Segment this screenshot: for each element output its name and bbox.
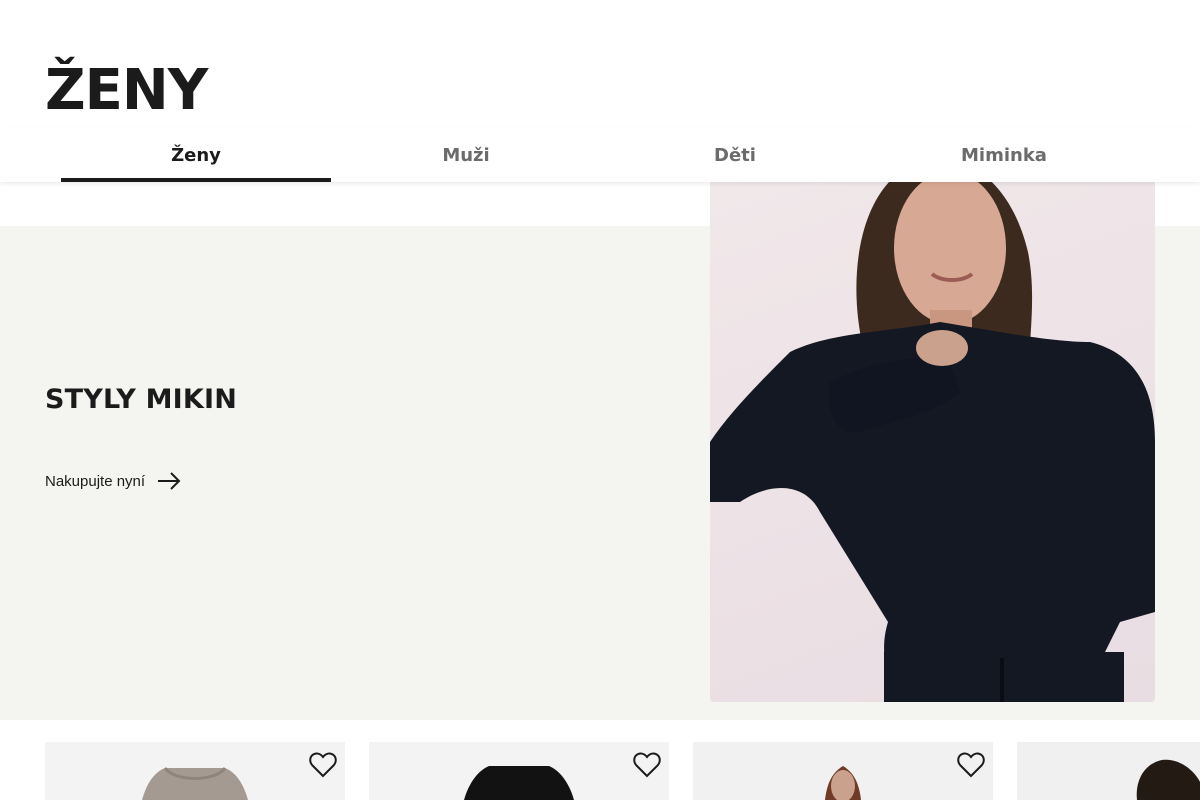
product-image [1017, 742, 1200, 800]
category-tabs: Ženy Muži Děti Miminka [0, 128, 1200, 182]
heart-icon [309, 752, 337, 778]
tab-label: Miminka [961, 144, 1047, 166]
tab-zeny[interactable]: Ženy [61, 128, 331, 182]
tab-label: Muži [442, 144, 490, 166]
heart-icon [957, 752, 985, 778]
heart-icon [633, 752, 661, 778]
wishlist-button[interactable] [633, 752, 661, 778]
product-image [142, 766, 248, 800]
tab-label: Ženy [171, 144, 221, 166]
tab-label: Děti [714, 144, 756, 166]
tab-miminka[interactable]: Miminka [869, 128, 1139, 182]
product-carousel [0, 742, 1200, 800]
arrow-right-icon [158, 472, 181, 490]
product-image [464, 766, 574, 800]
tab-deti[interactable]: Děti [600, 128, 870, 182]
wishlist-button[interactable] [309, 752, 337, 778]
page-title: ŽENY [45, 58, 208, 123]
hero-title: STYLY MIKIN [45, 384, 238, 415]
product-card[interactable] [369, 742, 669, 800]
product-image [693, 742, 993, 800]
model-photo [710, 182, 1155, 702]
hero-image[interactable] [710, 182, 1155, 702]
shop-now-link[interactable]: Nakupujte nyní [45, 470, 181, 492]
product-card[interactable] [45, 742, 345, 800]
wishlist-button[interactable] [957, 752, 985, 778]
tab-muzi[interactable]: Muži [331, 128, 601, 182]
shop-now-label: Nakupujte nyní [45, 472, 146, 490]
model-hand [916, 330, 968, 366]
product-card[interactable] [1017, 742, 1200, 800]
product-card[interactable] [693, 742, 993, 800]
